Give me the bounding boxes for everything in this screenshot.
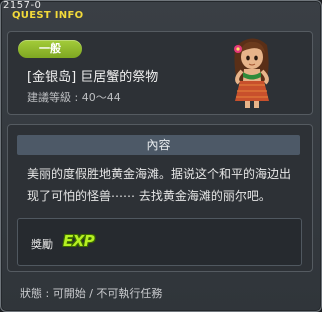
hula-girl-npc-icon — [234, 38, 269, 108]
window-title: QUEST INFO — [12, 10, 84, 21]
content-heading: 內容 — [17, 135, 300, 155]
exp-reward-icon: EXP — [63, 232, 95, 250]
reward-label: 獎勵 — [31, 238, 53, 251]
quest-status: 狀態 : 可開始 / 不可執行任務 — [20, 287, 163, 300]
reward-box — [17, 218, 302, 266]
quest-description: 美丽的度假胜地黄金海滩。据说这个和平的海边出现了可怕的怪兽⋯⋯ 去找黄金海滩的丽… — [27, 167, 292, 203]
recommended-level: 建議等級 : 40～44 — [27, 91, 121, 104]
quest-title: [金银岛] 巨居蟹的祭物 — [27, 70, 159, 85]
quest-type-badge: 一般 — [18, 40, 82, 58]
